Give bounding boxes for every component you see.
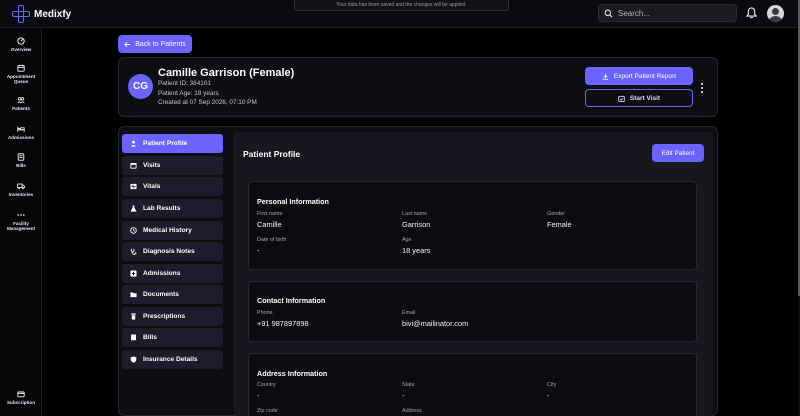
calendar-check-icon [618, 95, 625, 102]
calendar-icon [130, 163, 137, 169]
section-title: Personal Information [257, 197, 329, 206]
sidebar-item-overview[interactable]: Overview [0, 37, 42, 52]
patient-name: Camille Garrison (Female) [158, 67, 295, 79]
personal-information-section [248, 181, 697, 270]
first-name-value: Camille [257, 220, 282, 229]
back-to-patients-button[interactable]: Back to Patients [118, 35, 192, 53]
sidebar-item-patients[interactable]: Patients [0, 96, 42, 111]
app-name: Medixfy [34, 8, 72, 20]
sidebar-item-facility-management[interactable]: Facility Management [0, 211, 42, 231]
gender-value: Female [547, 220, 572, 229]
tab-vitals[interactable]: Vitals [122, 177, 223, 196]
edit-patient-button[interactable]: Edit Patient [652, 144, 704, 162]
tab-medical-history[interactable]: Medical History [122, 221, 223, 240]
receipt-icon [17, 153, 25, 161]
start-visit-button[interactable]: Start Visit [585, 89, 693, 107]
heartbeat-icon [130, 183, 137, 190]
field-label: Country [257, 382, 276, 388]
prescription-bottle-icon [131, 313, 136, 320]
download-icon [602, 73, 609, 80]
stethoscope-icon [130, 248, 137, 255]
bell-icon[interactable] [746, 7, 757, 19]
sidebar-item-inventories[interactable]: Inventories [0, 182, 42, 197]
phone-value: +91 987897898 [257, 319, 309, 328]
field-label: Phone [257, 310, 273, 316]
dob-value: - [257, 246, 260, 255]
toast-notification: Your data has been saved and the changes… [294, 0, 509, 11]
field-label: City [547, 382, 557, 388]
tab-admissions[interactable]: Admissions [122, 264, 223, 283]
calendar-icon [17, 64, 25, 72]
address-information-section [248, 353, 697, 416]
patient-id: Patient ID: 384101 [158, 80, 211, 87]
flask-icon [130, 205, 137, 212]
folder-icon [130, 292, 137, 298]
email-value: bivi@mailinator.com [402, 319, 469, 328]
country-value: - [257, 391, 260, 400]
hospital-icon [130, 270, 137, 277]
field-label: Gender [547, 211, 565, 217]
tab-patient-profile[interactable]: Patient Profile [122, 134, 223, 153]
tab-documents[interactable]: Documents [122, 285, 223, 304]
tab-lab-results[interactable]: Lab Results [122, 199, 223, 218]
city-value: - [547, 391, 550, 400]
field-label: Address [402, 408, 422, 414]
search-box[interactable] [598, 4, 737, 22]
field-label: Zip code [257, 408, 278, 414]
top-bar: Medixfy Your data has been saved and the… [0, 0, 798, 28]
patient-avatar: CG [128, 74, 153, 99]
field-label: State [402, 382, 415, 388]
search-icon [604, 9, 613, 17]
field-label: Email [402, 310, 416, 316]
tab-bills[interactable]: Bills [122, 328, 223, 347]
age-value: 18 years [402, 246, 431, 255]
patient-created-at: Created at 07 Sep 2026, 07:10 PM [158, 99, 257, 106]
state-value: - [402, 391, 405, 400]
sidebar: Overview Appointment Queue Patients Admi… [0, 28, 42, 416]
truck-icon [17, 183, 25, 190]
user-icon [130, 140, 137, 147]
bed-icon [17, 126, 25, 132]
medical-cross-icon [12, 5, 30, 23]
dots-icon [17, 214, 25, 216]
section-title: Contact Information [257, 296, 326, 305]
field-label: Age [402, 237, 412, 243]
shield-icon [130, 356, 137, 363]
tab-diagnosis-notes[interactable]: Diagnosis Notes [122, 242, 223, 261]
field-label: Last name [402, 211, 428, 217]
more-options-icon[interactable] [699, 83, 705, 93]
contact-information-section [248, 281, 697, 342]
sidebar-item-bills[interactable]: Bills [0, 153, 42, 168]
field-label: Date of birth [257, 237, 287, 243]
tab-insurance-details[interactable]: Insurance Details [122, 350, 223, 369]
arrow-left-icon [124, 41, 131, 47]
sidebar-item-subscription[interactable]: Subscription [0, 390, 42, 405]
users-icon [17, 97, 25, 104]
user-avatar[interactable] [767, 5, 784, 22]
export-patient-report-button[interactable]: Export Patient Report [585, 67, 693, 85]
app-logo[interactable]: Medixfy [12, 5, 71, 23]
sidebar-item-admissions[interactable]: Admissions [0, 125, 42, 140]
profile-title: Patient Profile [243, 149, 301, 159]
section-title: Address Information [257, 369, 328, 378]
patient-age: Patient Age: 18 years [158, 90, 219, 97]
wallet-icon [17, 391, 25, 398]
history-icon [130, 227, 137, 234]
gauge-icon [17, 37, 25, 45]
patient-header-card: CG Camille Garrison (Female) Patient ID:… [118, 57, 718, 117]
receipt-icon [131, 334, 136, 341]
field-label: First name [257, 211, 283, 217]
last-name-value: Garrison [402, 220, 431, 229]
tab-visits[interactable]: Visits [122, 156, 223, 175]
tab-prescriptions[interactable]: Prescriptions [122, 307, 223, 326]
sidebar-item-appointment-queue[interactable]: Appointment Queue [0, 64, 42, 84]
search-input[interactable] [618, 8, 728, 18]
